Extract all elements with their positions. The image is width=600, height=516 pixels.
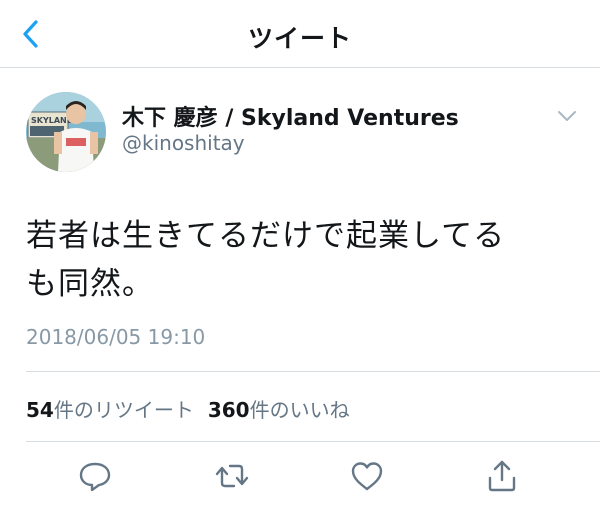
reply-button[interactable] (75, 456, 115, 496)
share-button[interactable] (482, 456, 522, 496)
divider (26, 441, 600, 442)
page-title: ツイート (247, 24, 352, 53)
like-button[interactable] (347, 456, 387, 496)
divider (26, 371, 600, 372)
like-count: 360 (207, 398, 250, 422)
tweet-text: 若者は生きてるだけで起業してる も同然。 (26, 212, 576, 308)
more-options-button[interactable] (556, 108, 578, 124)
like-stat[interactable]: 360件のいいね (208, 398, 350, 422)
author-handle[interactable]: @kinoshitay (122, 131, 245, 155)
engagement-stats: 54件のリツイート 360件のいいね (26, 394, 350, 423)
author-name[interactable]: 木下 慶彦 / Skyland Ventures (122, 100, 459, 132)
retweet-button[interactable] (212, 456, 252, 496)
avatar[interactable]: SKYLAND (26, 92, 106, 172)
tweet-timestamp[interactable]: 2018/06/05 19:10 (26, 325, 205, 349)
tweet-text-line-1: 若者は生きてるだけで起業してる (26, 218, 506, 254)
heart-icon (351, 462, 383, 491)
share-icon (488, 460, 516, 492)
avatar-photo: SKYLAND (26, 92, 106, 172)
tweet-text-line-2: も同然。 (26, 266, 154, 302)
retweet-icon (215, 464, 249, 488)
retweet-stat[interactable]: 54件のリツイート (26, 398, 194, 422)
chevron-down-icon (558, 111, 576, 121)
retweet-count: 54 (26, 398, 54, 422)
retweet-label: 件のリツイート (53, 398, 194, 422)
reply-icon (79, 462, 111, 492)
top-bar: ツイート (0, 0, 600, 68)
like-label: 件のいいね (249, 398, 350, 422)
